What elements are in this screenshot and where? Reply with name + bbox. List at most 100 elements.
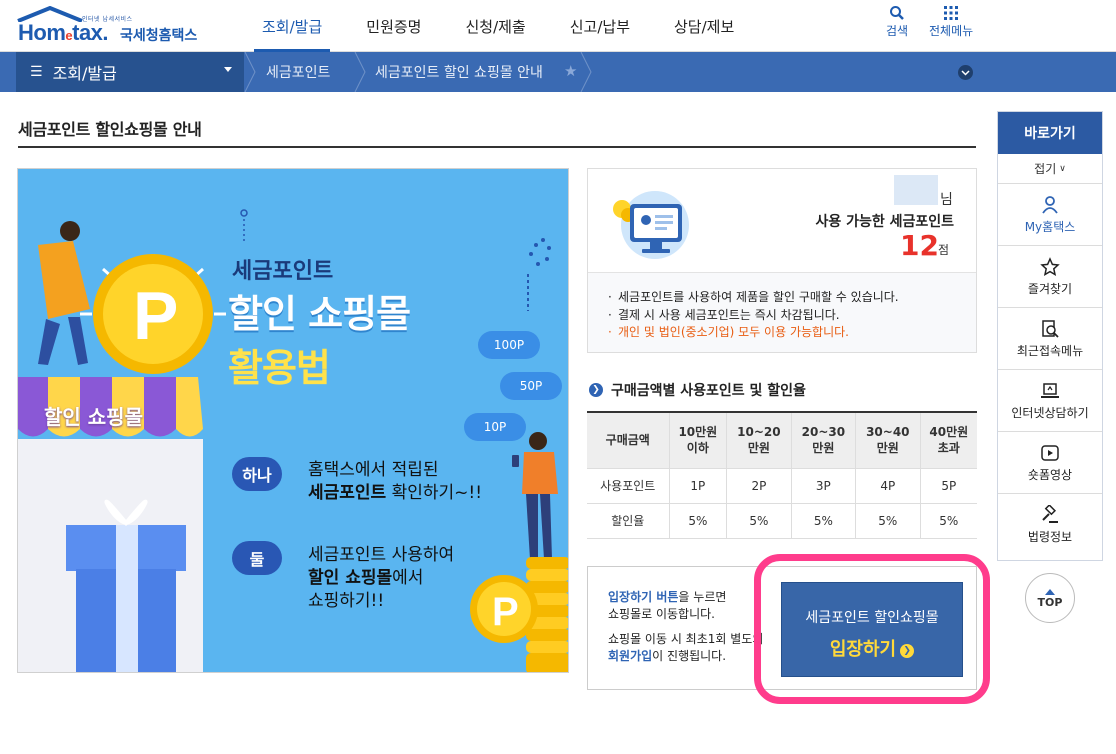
location-expand-button[interactable]: [958, 65, 973, 80]
table-cell: 할인율: [587, 503, 669, 539]
top-header: 인터넷 납세서비스 Hometax. 국세청홈택스 조회/발급 민원증명 신청/…: [0, 0, 1116, 52]
gavel-icon: [1042, 505, 1058, 523]
banner-subtitle: 세금포인트: [232, 259, 334, 284]
points-unit: 점: [938, 243, 950, 257]
breadcrumb-current: 세금포인트 할인 쇼핑몰 안내: [375, 65, 543, 81]
svg-text:P: P: [133, 278, 178, 354]
chevron-down-icon: [961, 69, 970, 76]
location-menu-label: 조회/발급: [52, 64, 117, 83]
table-cell: 5P: [919, 468, 977, 504]
search-button[interactable]: 검색: [886, 4, 908, 39]
rate-table: 구매금액 10만원 이하 10~20 만원 20~30 만원 30~40 만원 40만원…: [587, 411, 977, 539]
shop-awning-label: 할인 쇼핑몰: [44, 405, 143, 429]
note-item: 세금포인트를 사용하여 제품을 할인 구매할 수 있습니다.: [606, 289, 899, 307]
table-cell: 5%: [790, 503, 856, 539]
table-cell: 4P: [855, 468, 921, 504]
quick-recent-menu[interactable]: 최근접속메뉴: [998, 308, 1102, 370]
table-cell: 5%: [726, 503, 792, 539]
note-item: 결제 시 사용 세금포인트는 즉시 차감됩니다.: [606, 307, 899, 325]
gnb-certificate[interactable]: 민원증명: [344, 0, 443, 52]
table-header: 구매금액: [587, 411, 669, 469]
user-name-masked: [894, 175, 938, 205]
available-points-label: 사용 가능한 세금포인트: [815, 214, 954, 230]
user-icon: [1042, 195, 1058, 214]
hamburger-icon: ☰: [30, 64, 43, 80]
title-divider: [18, 146, 976, 148]
step-one-text: 홈택스에서 적립된 세금포인트 확인하기~!!: [308, 460, 483, 503]
table-cell: 1P: [668, 468, 727, 504]
banner-title-sub: 활용법: [228, 346, 331, 390]
rate-table-title: 구매금액별 사용포인트 및 할인율: [611, 383, 806, 399]
quick-menu-title: 바로가기: [998, 112, 1102, 154]
favorite-star-icon[interactable]: ★: [564, 62, 577, 80]
table-cell: 3P: [790, 468, 856, 504]
table-header: 40만원 초과: [919, 411, 977, 469]
breadcrumb-separator: [580, 52, 592, 92]
chevron-down-icon: ∨: [1059, 163, 1066, 174]
breadcrumb-separator: [354, 52, 366, 92]
banner-title: 할인 쇼핑몰: [228, 292, 411, 336]
user-suffix: 님: [940, 192, 953, 208]
table-cell: 사용포인트: [587, 468, 669, 504]
recent-search-icon: [1042, 319, 1059, 338]
laptop-icon: [1041, 382, 1059, 398]
step-one-pill: 하나: [232, 457, 282, 491]
step-two-pill: 둘: [232, 541, 282, 575]
available-points-value: 12: [900, 229, 939, 262]
point-notes: 세금포인트를 사용하여 제품을 할인 구매할 수 있습니다. 결제 시 사용 세…: [606, 289, 899, 342]
chevron-right-icon: ❯: [589, 383, 603, 397]
table-cell: 5%: [919, 503, 977, 539]
quick-law-info[interactable]: 법령정보: [998, 494, 1102, 556]
search-label: 검색: [886, 24, 909, 38]
quick-my-hometax[interactable]: My홈택스: [998, 184, 1102, 246]
gnb-inquiry[interactable]: 조회/발급: [240, 0, 344, 52]
caret-up-icon: [1045, 588, 1055, 595]
table-header: 30~40 만원: [855, 411, 921, 469]
breadcrumb-separator: [244, 52, 256, 92]
play-icon: [1041, 444, 1059, 461]
shopping-mall-banner: P P 할인 쇼핑몰 세금포인트 할인 쇼핑몰 활용법 100P 50P 10P…: [17, 168, 569, 673]
page-title: 세금포인트 할인쇼핑몰 안내: [18, 120, 202, 139]
gnb-consult[interactable]: 상담/제보: [652, 0, 756, 52]
location-bar: ☰ 조회/발급 세금포인트 세금포인트 할인 쇼핑몰 안내 ★: [0, 52, 1116, 92]
logo-wordmark: Hometax.: [18, 20, 109, 45]
computer-document-icon: [613, 191, 689, 259]
highlight-annotation: [754, 554, 990, 704]
quick-menu: 바로가기 접기 ∨ My홈택스 즐겨찾기 최근접속메뉴 인터넷상담하기 숏폼영상 …: [997, 111, 1103, 561]
grid-menu-icon: [944, 6, 959, 20]
logo-korean: 국세청홈택스: [120, 28, 198, 44]
location-menu-dropdown[interactable]: ☰ 조회/발급: [16, 52, 244, 92]
quick-online-consult[interactable]: 인터넷상담하기: [998, 370, 1102, 432]
step-two-text: 세금포인트 사용하여 할인 쇼핑몰에서 쇼핑하기!!: [308, 545, 455, 611]
quick-short-video[interactable]: 숏폼영상: [998, 432, 1102, 494]
svg-text:P: P: [492, 590, 519, 634]
table-header: 10~20 만원: [726, 411, 792, 469]
note-item: 개인 및 법인(중소기업) 모두 이용 가능합니다.: [606, 324, 899, 342]
scroll-top-button[interactable]: TOP: [1025, 573, 1075, 623]
quick-fold-button[interactable]: 접기 ∨: [998, 154, 1102, 184]
table-cell: 5%: [668, 503, 727, 539]
tax-point-box: 님 사용 가능한 세금포인트 12 점 세금포인트를 사용하여 제품을 할인 구…: [587, 168, 977, 353]
gnb-report-pay[interactable]: 신고/납부: [548, 0, 652, 52]
point-bubble: 10P: [464, 413, 526, 441]
table-cell: 5%: [855, 503, 921, 539]
point-bubble: 50P: [500, 372, 562, 400]
all-menu-button[interactable]: 전체메뉴: [929, 4, 973, 39]
point-bubble: 100P: [478, 331, 540, 359]
global-nav: 조회/발급 민원증명 신청/제출 신고/납부 상담/제보: [240, 0, 756, 52]
quick-favorites[interactable]: 즐겨찾기: [998, 246, 1102, 308]
table-header: 20~30 만원: [790, 411, 856, 469]
tax-point-summary: 님 사용 가능한 세금포인트 12 점: [588, 169, 976, 273]
search-icon: [890, 6, 904, 20]
star-icon: [1040, 256, 1060, 276]
table-header: 10만원 이하: [668, 411, 727, 469]
breadcrumb-tax-point[interactable]: 세금포인트: [266, 52, 330, 92]
gnb-application[interactable]: 신청/제출: [443, 0, 547, 52]
hometax-logo[interactable]: 인터넷 납세서비스 Hometax. 국세청홈택스: [16, 6, 216, 48]
table-row: 사용포인트 1P 2P 3P 4P 5P: [587, 468, 977, 504]
enter-instructions: 입장하기 버튼을 누르면 쇼핑몰로 이동합니다. 쇼핑몰 이동 시 최초1회 별…: [608, 590, 764, 663]
table-header-row: 구매금액 10만원 이하 10~20 만원 20~30 만원 30~40 만원 40만원…: [587, 411, 977, 469]
table-row: 할인율 5% 5% 5% 5% 5%: [587, 503, 977, 539]
caret-down-icon: [224, 67, 232, 72]
all-menu-label: 전체메뉴: [929, 24, 974, 38]
